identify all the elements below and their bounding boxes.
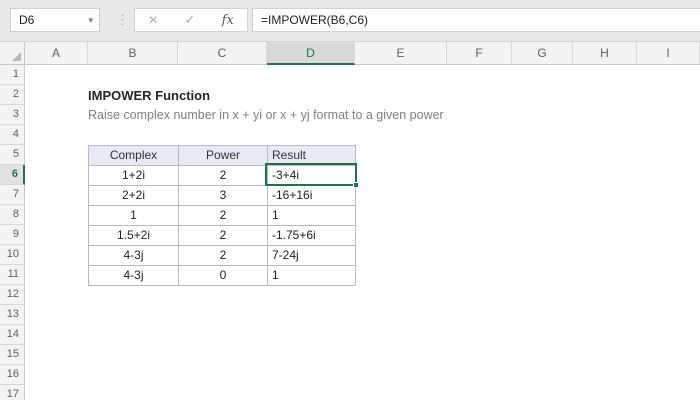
table-row: 2+2i 3 -16+16i <box>89 186 356 206</box>
column-header-c[interactable]: C <box>178 42 267 65</box>
column-headers: A B C D E F G H I <box>0 42 700 65</box>
excel-window: D6 ▾ ⋮ ✕ ✓ fx =IMPOWER(B6,C6) A B C D E … <box>0 0 700 400</box>
table-cell[interactable]: 2 <box>179 246 268 266</box>
row-header-10[interactable]: 10 <box>0 245 25 265</box>
table-header-row: Complex Power Result <box>89 146 356 166</box>
row-header-3[interactable]: 3 <box>0 105 25 125</box>
row-header-11[interactable]: 11 <box>0 265 25 285</box>
table-cell[interactable]: 1+2i <box>89 166 179 186</box>
table-cell[interactable]: 4-3j <box>89 246 179 266</box>
table-row: 4-3j 0 1 <box>89 266 356 286</box>
column-header-i[interactable]: I <box>637 42 700 65</box>
row-header-6-selected[interactable]: 6 <box>0 165 25 185</box>
row-header-16[interactable]: 16 <box>0 365 25 385</box>
name-box[interactable]: D6 ▾ <box>10 8 100 32</box>
row-header-17[interactable]: 17 <box>0 385 25 400</box>
row-header-2[interactable]: 2 <box>0 85 25 105</box>
column-header-f[interactable]: F <box>447 42 512 65</box>
formula-toolbar: D6 ▾ ⋮ ✕ ✓ fx =IMPOWER(B6,C6) <box>0 0 700 42</box>
column-header-a[interactable]: A <box>25 42 88 65</box>
toolbar-grip-icon: ⋮ <box>116 12 129 27</box>
table-cell[interactable]: 1.5+2i <box>89 226 179 246</box>
row-header-1[interactable]: 1 <box>0 65 25 85</box>
formula-bar[interactable]: =IMPOWER(B6,C6) <box>252 8 700 32</box>
confirm-icon[interactable]: ✓ <box>184 12 195 28</box>
table-row: 1 2 1 <box>89 206 356 226</box>
fill-handle[interactable] <box>353 182 359 188</box>
row-header-12[interactable]: 12 <box>0 285 25 305</box>
table-cell[interactable]: 2+2i <box>89 186 179 206</box>
table-header-result[interactable]: Result <box>268 146 356 166</box>
table-cell[interactable]: 1 <box>89 206 179 226</box>
row-header-9[interactable]: 9 <box>0 225 25 245</box>
column-header-d-selected[interactable]: D <box>267 42 355 65</box>
select-all-button[interactable] <box>0 42 25 65</box>
row-header-14[interactable]: 14 <box>0 325 25 345</box>
table-cell[interactable]: 1 <box>268 266 356 286</box>
table-header-power[interactable]: Power <box>179 146 268 166</box>
column-header-h[interactable]: H <box>573 42 637 65</box>
row-header-8[interactable]: 8 <box>0 205 25 225</box>
column-header-b[interactable]: B <box>88 42 178 65</box>
name-box-value: D6 <box>19 13 35 27</box>
table-header-complex[interactable]: Complex <box>89 146 179 166</box>
table-cell-selected-d6[interactable]: -3+4i <box>268 166 356 186</box>
table-cell[interactable]: -1.75+6i <box>268 226 356 246</box>
table-cell[interactable]: 2 <box>179 206 268 226</box>
row-header-5[interactable]: 5 <box>0 145 25 165</box>
table-cell[interactable]: 3 <box>179 186 268 206</box>
cancel-icon[interactable]: ✕ <box>148 13 158 27</box>
table-row: 1+2i 2 -3+4i <box>89 166 356 186</box>
row-header-7[interactable]: 7 <box>0 185 25 205</box>
table-cell[interactable]: -16+16i <box>268 186 356 206</box>
row-header-15[interactable]: 15 <box>0 345 25 365</box>
table-cell[interactable]: 0 <box>179 266 268 286</box>
chevron-down-icon[interactable]: ▾ <box>88 9 93 31</box>
select-all-triangle-icon <box>12 52 21 61</box>
row-headers: 1 2 3 4 5 6 7 8 9 10 11 12 13 14 15 16 1… <box>0 65 25 400</box>
data-table: Complex Power Result 1+2i 2 -3+4i 2+2i 3… <box>88 145 356 286</box>
table-cell[interactable]: 7-24j <box>268 246 356 266</box>
table-cell[interactable]: 2 <box>179 166 268 186</box>
row-header-4[interactable]: 4 <box>0 125 25 145</box>
sheet-title[interactable]: IMPOWER Function <box>88 88 210 103</box>
insert-function-icon[interactable]: fx <box>222 13 234 28</box>
column-header-g[interactable]: G <box>512 42 573 65</box>
table-row: 1.5+2i 2 -1.75+6i <box>89 226 356 246</box>
column-header-e[interactable]: E <box>355 42 447 65</box>
table-cell[interactable]: 2 <box>179 226 268 246</box>
table-cell[interactable]: 4-3j <box>89 266 179 286</box>
sheet-subtitle[interactable]: Raise complex number in x + yi or x + yj… <box>88 108 444 122</box>
formula-buttons: ✕ ✓ fx <box>134 8 248 32</box>
row-header-13[interactable]: 13 <box>0 305 25 325</box>
table-cell[interactable]: 1 <box>268 206 356 226</box>
table-row: 4-3j 2 7-24j <box>89 246 356 266</box>
